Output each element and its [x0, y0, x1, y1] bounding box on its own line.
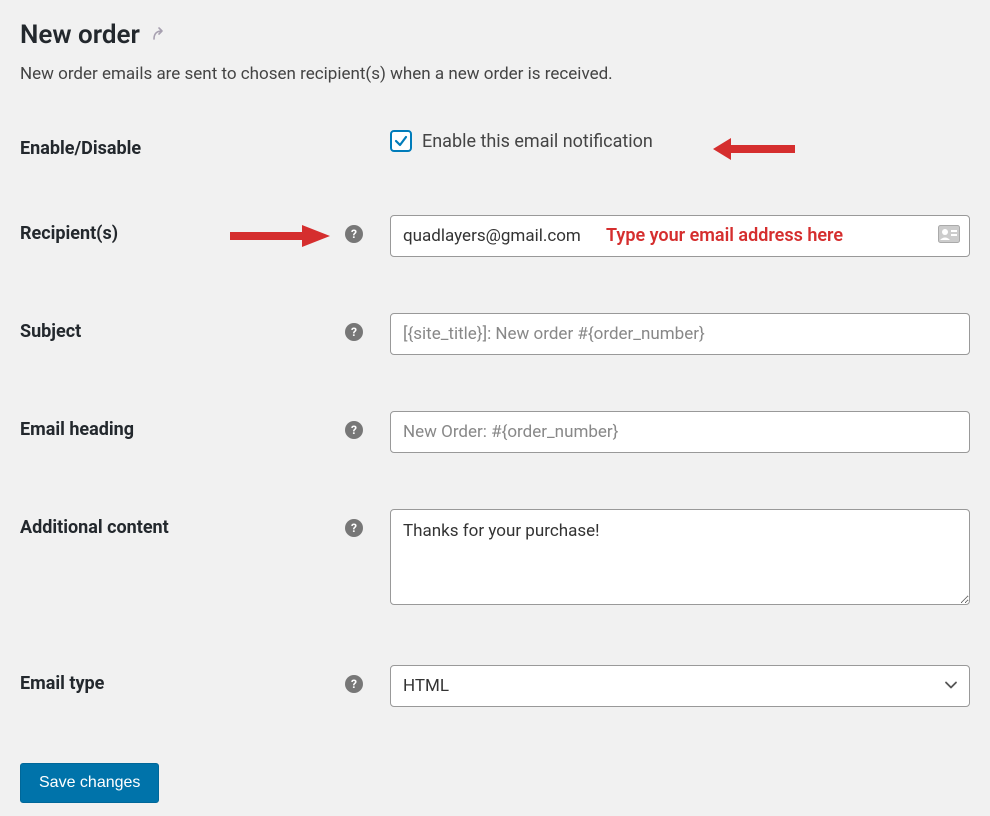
row-recipients: Recipient(s) ? Type your email address h…	[20, 215, 970, 257]
row-email-type: Email type ? HTML	[20, 665, 970, 707]
enable-checkbox[interactable]	[390, 130, 412, 152]
row-enable: Enable/Disable Enable this email notific…	[20, 130, 970, 159]
label-email-type: Email type	[20, 665, 345, 694]
page-title: New order	[20, 20, 970, 50]
help-icon[interactable]: ?	[345, 421, 363, 439]
heading-input[interactable]	[390, 411, 970, 453]
help-icon[interactable]: ?	[345, 323, 363, 341]
annotation-arrow-recipients	[230, 223, 330, 249]
annotation-text-recipients: Type your email address here	[606, 225, 843, 246]
label-additional: Additional content	[20, 509, 345, 538]
row-heading: Email heading ?	[20, 411, 970, 453]
annotation-arrow-enable	[713, 136, 795, 162]
page-description: New order emails are sent to chosen reci…	[20, 64, 970, 84]
row-additional: Additional content ?	[20, 509, 970, 609]
contacts-icon[interactable]	[938, 225, 960, 247]
label-heading: Email heading	[20, 411, 345, 440]
label-enable: Enable/Disable	[20, 130, 345, 159]
enable-checkbox-label: Enable this email notification	[422, 131, 653, 152]
enable-checkbox-wrap[interactable]: Enable this email notification	[390, 130, 970, 152]
back-icon[interactable]	[150, 25, 170, 45]
help-icon[interactable]: ?	[345, 675, 363, 693]
row-subject: Subject ?	[20, 313, 970, 355]
email-type-select[interactable]: HTML	[390, 665, 970, 707]
additional-content-textarea[interactable]	[390, 509, 970, 605]
page-title-text: New order	[20, 20, 140, 50]
save-button[interactable]: Save changes	[20, 763, 159, 803]
subject-input[interactable]	[390, 313, 970, 355]
help-icon[interactable]: ?	[345, 519, 363, 537]
help-icon[interactable]: ?	[345, 225, 363, 243]
label-subject: Subject	[20, 313, 345, 342]
